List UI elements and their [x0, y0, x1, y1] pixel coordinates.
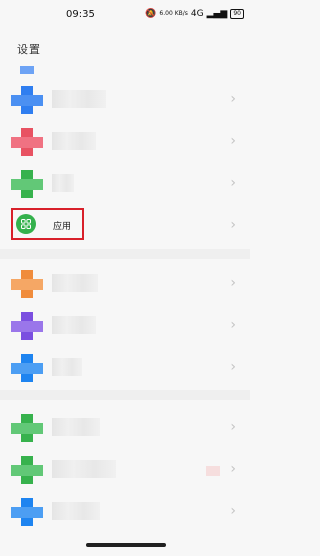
settings-row-blurred-2[interactable]: › [0, 120, 250, 162]
chevron-right-icon: › [230, 461, 236, 477]
settings-row-blurred-8[interactable]: › [0, 406, 250, 448]
settings-row-blurred-9[interactable]: › [0, 448, 250, 490]
chevron-right-icon: › [230, 359, 236, 375]
blurred-label [52, 316, 96, 334]
blurred-badge [206, 466, 220, 476]
grid-icon [16, 214, 36, 234]
chevron-right-icon: › [230, 317, 236, 333]
blurred-icon [11, 456, 43, 484]
blurred-label [52, 174, 74, 192]
chevron-right-icon: › [230, 503, 236, 519]
battery-icon: 90 [230, 9, 244, 19]
status-bar: 09:35 🔕 6.00 KB/s 4G ▂▄▆ 90 [0, 0, 250, 32]
blurred-icon [11, 86, 43, 114]
mute-icon: 🔕 [145, 9, 157, 19]
chevron-right-icon: › [230, 419, 236, 435]
blurred-label [52, 502, 100, 520]
chevron-right-icon: › [230, 275, 236, 291]
apps-label: 应用 [53, 222, 72, 232]
blurred-icon [11, 270, 43, 298]
chevron-right-icon: › [230, 217, 236, 233]
blurred-icon [20, 66, 34, 74]
network-type: 4G [190, 9, 204, 19]
settings-row-blurred-3[interactable]: › [0, 162, 250, 204]
blurred-label [52, 460, 116, 478]
net-speed: 6.00 KB/s [159, 10, 188, 17]
blurred-icon [11, 414, 43, 442]
blurred-label [52, 132, 96, 150]
settings-row-blurred-10[interactable]: › [0, 490, 250, 532]
blurred-icon [11, 498, 43, 526]
home-indicator[interactable] [86, 543, 166, 547]
page-title: 设置 [17, 43, 41, 56]
settings-row-blurred-6[interactable]: › [0, 304, 250, 346]
blurred-label [52, 274, 98, 292]
section-divider [0, 390, 250, 400]
signal-icon: ▂▄▆ [206, 9, 228, 19]
chevron-right-icon: › [230, 175, 236, 191]
section-divider [0, 249, 250, 259]
blurred-icon [11, 354, 43, 382]
settings-row-blurred-7[interactable]: › [0, 346, 250, 388]
blurred-icon [11, 128, 43, 156]
status-time: 09:35 [66, 9, 95, 20]
settings-row-blurred-1[interactable]: › [0, 78, 250, 120]
chevron-right-icon: › [230, 91, 236, 107]
blurred-label [52, 358, 82, 376]
blurred-label [52, 418, 100, 436]
chevron-right-icon: › [230, 133, 236, 149]
blurred-icon [11, 170, 43, 198]
blurred-label [52, 90, 106, 108]
blurred-icon [11, 312, 43, 340]
status-icons: 🔕 6.00 KB/s 4G ▂▄▆ 90 [145, 9, 244, 19]
settings-row-blurred-5[interactable]: › [0, 262, 250, 304]
